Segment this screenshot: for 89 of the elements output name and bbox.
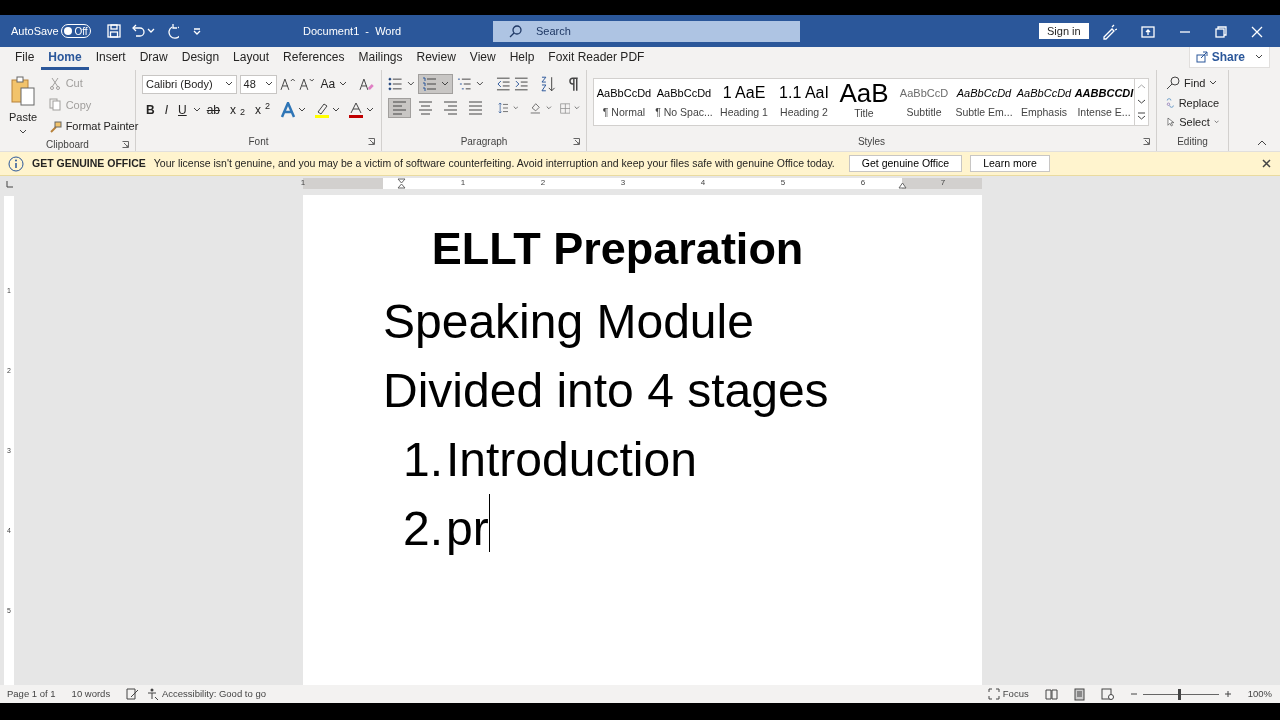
style-option[interactable]: AaBbCcDd ¶ No Spac... [654,79,714,125]
editing-command[interactable]: Select [1163,113,1222,132]
ribbon-tab[interactable]: Mailings [351,48,410,70]
ruler-number: 6 [860,177,866,188]
document-paragraph: Divided into 4 stages [383,363,830,419]
style-name: ¶ Normal [602,104,646,120]
list-number: 2. [403,501,445,557]
message-title: GET GENUINE OFFICE [32,155,146,171]
paste-button[interactable]: Paste [6,74,41,137]
style-preview: AaBbCcD [899,85,949,101]
style-option[interactable]: AABBCCDI Intense E... [1074,79,1134,125]
style-option[interactable]: AaB Title [834,79,894,125]
list-item-text: Introduction [446,432,697,488]
group-label: Font [248,135,269,149]
clipboard-command: Cut [45,74,142,93]
ribbon-tab[interactable]: Draw [132,48,175,70]
ribbon-tab[interactable]: Layout [226,48,277,70]
ruler-number: 5 [780,177,786,188]
zoom-level[interactable]: 100% [1247,686,1272,702]
word-count[interactable]: 10 words [71,686,111,702]
style-option[interactable]: 1.1 AaI Heading 2 [774,79,834,125]
style-option[interactable]: AaBbCcDd Emphasis [1014,79,1074,125]
format-button[interactable]: U [174,100,191,120]
ribbon-tab[interactable]: Home [41,48,89,70]
editing-command[interactable]: Replace [1163,93,1222,112]
style-option[interactable]: AaBbCcDd ¶ Normal [594,79,654,125]
autosave-label: AutoSave [11,23,59,39]
accessibility-status[interactable]: Accessibility: Good to go [147,686,266,702]
ribbon-tab[interactable]: File [8,48,42,70]
ribbon-tab[interactable]: Insert [88,48,133,70]
group-label: Styles [857,135,886,149]
format-button[interactable]: B [142,100,159,120]
editing-command[interactable]: Find [1163,74,1222,93]
ruler-number: 4 [700,177,706,188]
ruler-number: 3 [620,177,626,188]
font-size-field[interactable]: 48 [239,74,278,94]
style-name: ¶ No Spac... [655,104,713,120]
group-label: Paragraph [460,135,508,149]
message-button[interactable]: Learn more [970,155,1050,172]
document-heading: ELLT Preparation [430,222,805,276]
ruler-number: 2 [540,177,546,188]
format-button[interactable]: x$_{2}$ [226,100,250,120]
style-option[interactable]: AaBbCcDd Subtle Em... [954,79,1014,125]
group-label: Clipboard [46,137,89,152]
ribbon-tab[interactable]: References [276,48,352,70]
clipboard-command: Copy [45,95,142,114]
style-preview: AaBbCcDd [656,85,712,101]
style-name: Subtitle [906,104,942,120]
focus-button[interactable]: Focus [988,686,1029,702]
style-name: Heading 1 [720,104,768,120]
ribbon-tab[interactable]: Review [409,48,463,70]
style-preview: AaBbCcDd [1016,85,1072,101]
clipboard-command[interactable]: Format Painter [45,117,142,136]
format-button[interactable]: ab [202,100,225,120]
list-item-text: pr [446,501,489,557]
style-name: Title [854,105,874,121]
style-option[interactable]: AaBbCcD Subtitle [894,79,954,125]
style-name: Emphasis [1020,104,1068,120]
document-title: Document1 - Word [303,23,402,39]
style-preview: 1.1 AaI [779,83,829,102]
ribbon-tab[interactable]: Help [502,48,542,70]
search-field[interactable]: Search [493,21,800,42]
message-text: Your license isn't genuine, and you may be a victim of software counterfeiting. Avoid interruption and keep your files safe with genuine Office today. [153,155,835,171]
document-paragraph: Speaking Module [383,294,755,350]
change-case-button[interactable]: Aa [317,74,351,94]
group-label: Editing [1177,135,1208,149]
ribbon-tab[interactable]: Design [174,48,227,70]
sign-in-button[interactable]: Sign in [1039,23,1089,39]
style-preview: AaB [839,82,889,103]
format-button[interactable]: I [160,100,172,120]
share-button[interactable]: Share [1188,46,1270,68]
message-button[interactable]: Get genuine Office [848,155,963,172]
ruler-number: 1 [300,177,306,188]
format-button[interactable]: x$^{2}$ [251,100,275,120]
style-preview: AaBbCcDd [596,85,652,101]
style-preview: 1 AaE [722,83,766,102]
ruler-number: 7 [940,177,946,188]
style-name: Subtle Em... [955,104,1013,120]
style-preview: AABBCCDI [1074,85,1134,101]
font-name-field[interactable]: Calibri (Body) [142,74,237,94]
ribbon-tab[interactable]: View [462,48,503,70]
list-number: 1. [403,432,445,488]
ruler-number: 1 [460,177,466,188]
ribbon-tab[interactable]: Foxit Reader PDF [541,48,652,70]
style-name: Intense E... [1077,104,1131,120]
style-preview: AaBbCcDd [956,85,1012,101]
page-count[interactable]: Page 1 of 1 [7,686,56,702]
style-name: Heading 2 [780,104,828,120]
style-option[interactable]: 1 AaE Heading 1 [714,79,774,125]
